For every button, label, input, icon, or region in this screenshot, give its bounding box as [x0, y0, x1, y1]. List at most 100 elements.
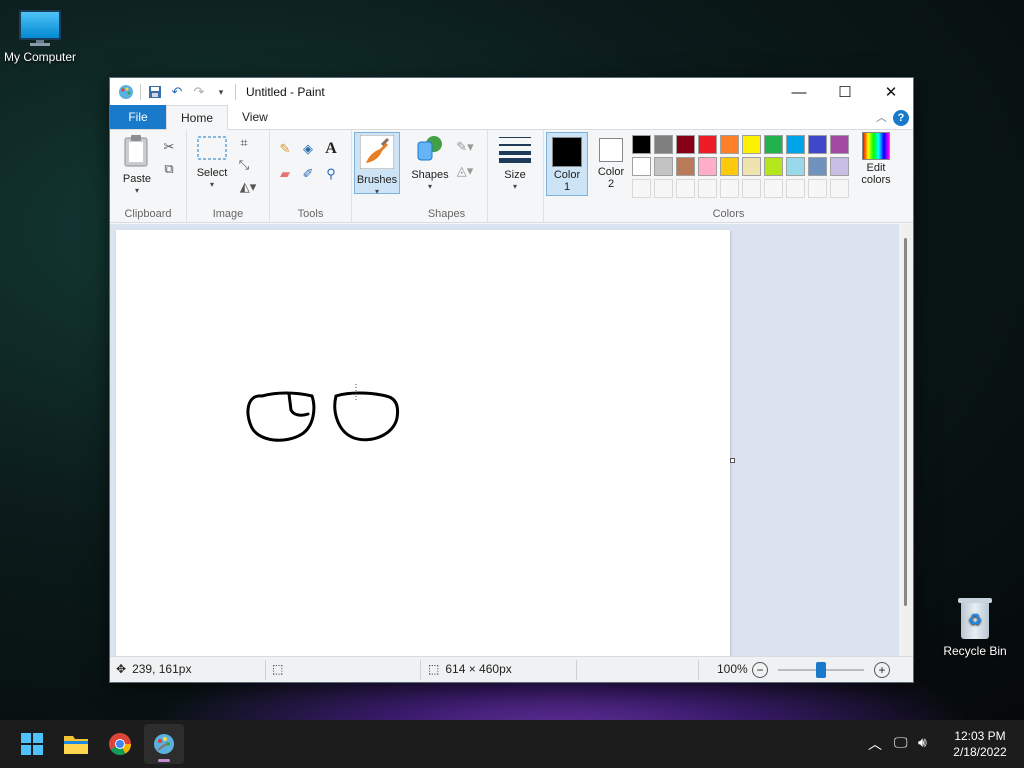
desktop-icon-recycle-bin[interactable]: ♻ Recycle Bin: [935, 598, 1015, 658]
rotate-icon[interactable]: ◭▾: [235, 178, 261, 196]
color-swatch[interactable]: [654, 157, 673, 176]
zoom-slider-thumb[interactable]: [816, 662, 826, 678]
edit-colors-icon: [862, 132, 890, 160]
color-swatch[interactable]: [720, 157, 739, 176]
file-explorer-button[interactable]: [56, 724, 96, 764]
custom-color-slot[interactable]: [742, 179, 761, 198]
color-swatch[interactable]: [786, 135, 805, 154]
show-hidden-icons-icon[interactable]: ︿: [868, 734, 882, 754]
fill-icon[interactable]: ◈: [299, 140, 317, 158]
network-icon[interactable]: 🖵: [894, 734, 908, 751]
close-button[interactable]: ✕: [868, 78, 914, 106]
color-swatch[interactable]: [830, 135, 849, 154]
group-clipboard: Paste ▾ ✂ ⧉ Clipboard: [110, 130, 187, 223]
color-swatch[interactable]: [742, 135, 761, 154]
custom-color-slot[interactable]: [720, 179, 739, 198]
color-swatch[interactable]: [742, 157, 761, 176]
brushes-button[interactable]: Brushes ▾: [354, 132, 400, 196]
edit-colors-label-2: colors: [861, 174, 891, 186]
custom-color-slot[interactable]: [764, 179, 783, 198]
vertical-scrollbar[interactable]: [899, 224, 913, 656]
chrome-button[interactable]: [100, 724, 140, 764]
desktop-icon-my-computer[interactable]: My Computer: [0, 10, 80, 64]
color2-number: 2: [607, 178, 615, 190]
workspace: [110, 224, 913, 656]
clock[interactable]: 12:03 PM 2/18/2022: [940, 728, 1020, 760]
ribbon: Paste ▾ ✂ ⧉ Clipboard Select ▾ ⌗ ⤡ ◭▾ Im…: [110, 130, 913, 223]
tab-home[interactable]: Home: [166, 105, 229, 130]
group-size: Size ▾: [488, 130, 544, 223]
save-icon[interactable]: [147, 84, 163, 100]
color-swatch[interactable]: [808, 157, 827, 176]
custom-color-slot[interactable]: [632, 179, 651, 198]
magnifier-icon[interactable]: ⚲: [322, 165, 340, 183]
shape-fill-icon[interactable]: ◬▾: [452, 162, 478, 180]
color-swatch[interactable]: [698, 157, 717, 176]
volume-icon[interactable]: 🔊︎: [918, 734, 927, 751]
edit-colors-button[interactable]: Edit colors: [854, 132, 898, 186]
select-button[interactable]: Select ▾: [193, 134, 231, 189]
desktop-icon-label: Recycle Bin: [943, 644, 1007, 658]
color-swatch[interactable]: [676, 135, 695, 154]
shapes-button[interactable]: Shapes ▾: [410, 134, 450, 191]
crop-icon[interactable]: ⌗: [235, 134, 253, 152]
color-swatch[interactable]: [764, 157, 783, 176]
pencil-icon[interactable]: ✎: [276, 140, 294, 158]
group-label: Shapes: [427, 208, 466, 220]
size-label: Size: [504, 169, 526, 181]
color-swatch[interactable]: [720, 135, 739, 154]
color-swatch[interactable]: [786, 157, 805, 176]
undo-icon[interactable]: ↶: [169, 84, 185, 100]
divider: [235, 84, 236, 100]
paint-taskbar-button[interactable]: [144, 724, 184, 764]
redo-icon[interactable]: ↷: [191, 84, 207, 100]
color-swatch[interactable]: [698, 135, 717, 154]
start-button[interactable]: [12, 724, 52, 764]
color-swatch[interactable]: [764, 135, 783, 154]
paint-app-icon[interactable]: [118, 84, 134, 100]
color-swatch[interactable]: [632, 157, 651, 176]
custom-color-slot[interactable]: [830, 179, 849, 198]
custom-color-slot[interactable]: [698, 179, 717, 198]
custom-color-slot[interactable]: [786, 179, 805, 198]
help-icon[interactable]: ?: [893, 110, 909, 126]
color-swatch[interactable]: [676, 157, 695, 176]
color-swatch[interactable]: [808, 135, 827, 154]
title-bar[interactable]: ↶ ↷ ▾ Untitled - Paint — ☐ ✕: [110, 78, 913, 106]
minimize-button[interactable]: —: [776, 78, 822, 106]
zoom-in-button[interactable]: +: [874, 662, 890, 678]
copy-icon[interactable]: ⧉: [160, 160, 178, 178]
color2-button[interactable]: Color 2: [592, 132, 630, 196]
size-button[interactable]: Size ▾: [496, 134, 534, 191]
collapse-ribbon-icon[interactable]: ︿: [876, 109, 887, 125]
text-icon[interactable]: A: [322, 140, 340, 158]
customize-qat-icon[interactable]: ▾: [213, 84, 229, 100]
color1-button[interactable]: Color 1: [546, 132, 588, 196]
maximize-button[interactable]: ☐: [822, 78, 868, 106]
paint-icon: [154, 734, 174, 754]
custom-color-slot[interactable]: [808, 179, 827, 198]
custom-color-slot[interactable]: [654, 179, 673, 198]
tab-view[interactable]: View: [228, 105, 282, 129]
color-swatch[interactable]: [830, 157, 849, 176]
divider: [420, 660, 421, 680]
color-picker-icon[interactable]: ✐: [299, 165, 317, 183]
cut-icon[interactable]: ✂: [160, 138, 178, 156]
drawing-canvas[interactable]: [116, 230, 730, 656]
canvas-size-text: 614 × 460px: [445, 662, 512, 676]
scrollbar-thumb[interactable]: [904, 238, 907, 606]
tab-file[interactable]: File: [110, 105, 166, 129]
color-swatch[interactable]: [632, 135, 651, 154]
drawing-strokes: [246, 384, 400, 442]
canvas-resize-handle[interactable]: [730, 458, 735, 463]
custom-color-slot[interactable]: [676, 179, 695, 198]
group-colors: Color 1 Color 2 Edit colors Colors: [544, 130, 913, 223]
color1-label: Color: [553, 169, 581, 181]
color-swatch[interactable]: [654, 135, 673, 154]
paste-button[interactable]: Paste ▾: [118, 134, 156, 195]
eraser-icon[interactable]: ▰: [276, 165, 294, 183]
zoom-out-button[interactable]: −: [752, 662, 768, 678]
resize-icon[interactable]: ⤡: [235, 156, 253, 174]
outline-icon[interactable]: ✎▾: [452, 138, 478, 156]
divider: [265, 660, 266, 680]
